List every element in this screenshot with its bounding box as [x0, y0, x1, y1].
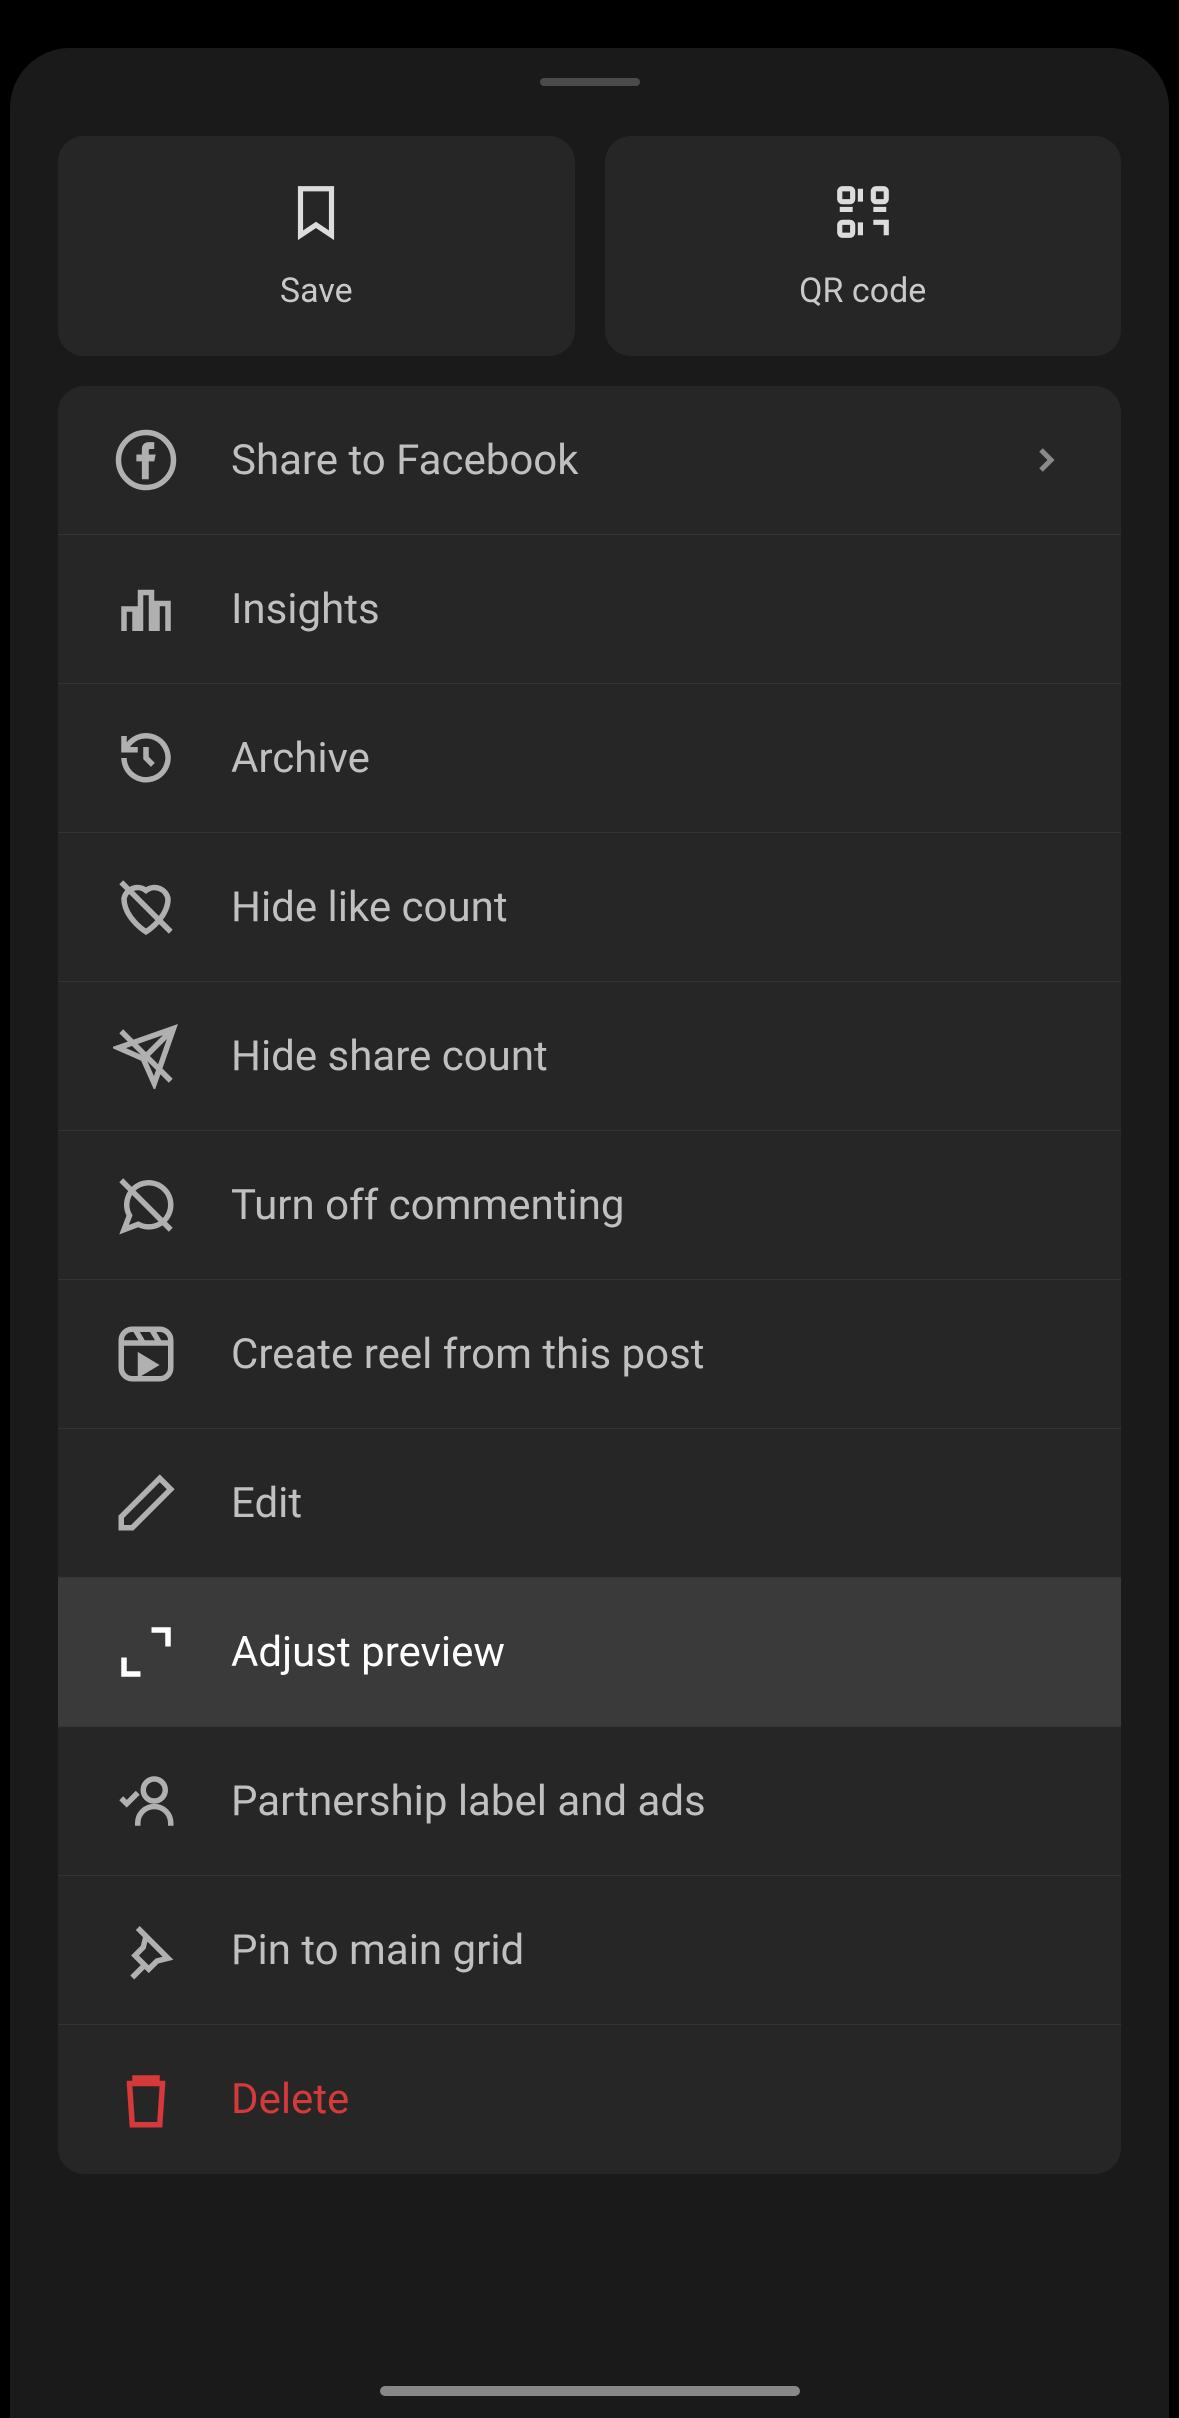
adjust-icon — [113, 1619, 179, 1685]
menu-label: Hide share count — [231, 1032, 1066, 1081]
menu-label: Pin to main grid — [231, 1926, 1066, 1975]
reel-icon — [113, 1321, 179, 1387]
facebook-icon — [113, 427, 179, 493]
archive-icon — [113, 725, 179, 791]
sheet-grabber[interactable] — [540, 78, 640, 86]
options-menu: Share to Facebook Insights Archive Hide lik… — [58, 386, 1121, 2174]
menu-label: Archive — [231, 734, 1066, 783]
menu-label: Delete — [231, 2075, 1066, 2124]
trash-icon — [113, 2067, 179, 2133]
bookmark-icon — [285, 181, 347, 247]
menu-label: Share to Facebook — [231, 436, 974, 485]
home-indicator[interactable] — [380, 2386, 800, 2396]
edit-icon — [113, 1470, 179, 1536]
menu-label: Adjust preview — [231, 1628, 1066, 1677]
qr-label: QR code — [799, 271, 926, 311]
save-label: Save — [280, 271, 353, 311]
menu-item-facebook[interactable]: Share to Facebook — [58, 386, 1121, 535]
heart-off-icon — [113, 874, 179, 940]
chevron-right-icon — [1026, 440, 1066, 480]
comment-off-icon — [113, 1172, 179, 1238]
qr-code-button[interactable]: QR code — [605, 136, 1122, 356]
insights-icon — [113, 576, 179, 642]
pin-icon — [113, 1917, 179, 1983]
menu-item-pin[interactable]: Pin to main grid — [58, 1876, 1121, 2025]
qr-code-icon — [832, 181, 894, 247]
menu-label: Hide like count — [231, 883, 1066, 932]
share-off-icon — [113, 1023, 179, 1089]
menu-item-archive[interactable]: Archive — [58, 684, 1121, 833]
menu-item-heart-off[interactable]: Hide like count — [58, 833, 1121, 982]
action-sheet: Save QR code Share to Facebook Insights Ar… — [10, 48, 1169, 2418]
menu-item-edit[interactable]: Edit — [58, 1429, 1121, 1578]
menu-item-adjust[interactable]: Adjust preview — [58, 1578, 1121, 1727]
menu-item-share-off[interactable]: Hide share count — [58, 982, 1121, 1131]
menu-item-insights[interactable]: Insights — [58, 535, 1121, 684]
save-button[interactable]: Save — [58, 136, 575, 356]
menu-label: Partnership label and ads — [231, 1777, 1066, 1826]
menu-item-reel[interactable]: Create reel from this post — [58, 1280, 1121, 1429]
menu-label: Insights — [231, 585, 1066, 634]
partnership-icon — [113, 1768, 179, 1834]
menu-label: Create reel from this post — [231, 1330, 1066, 1379]
menu-label: Edit — [231, 1479, 1066, 1528]
menu-item-trash[interactable]: Delete — [58, 2025, 1121, 2174]
menu-label: Turn off commenting — [231, 1181, 1066, 1230]
menu-item-partnership[interactable]: Partnership label and ads — [58, 1727, 1121, 1876]
top-actions: Save QR code — [10, 136, 1169, 356]
menu-item-comment-off[interactable]: Turn off commenting — [58, 1131, 1121, 1280]
